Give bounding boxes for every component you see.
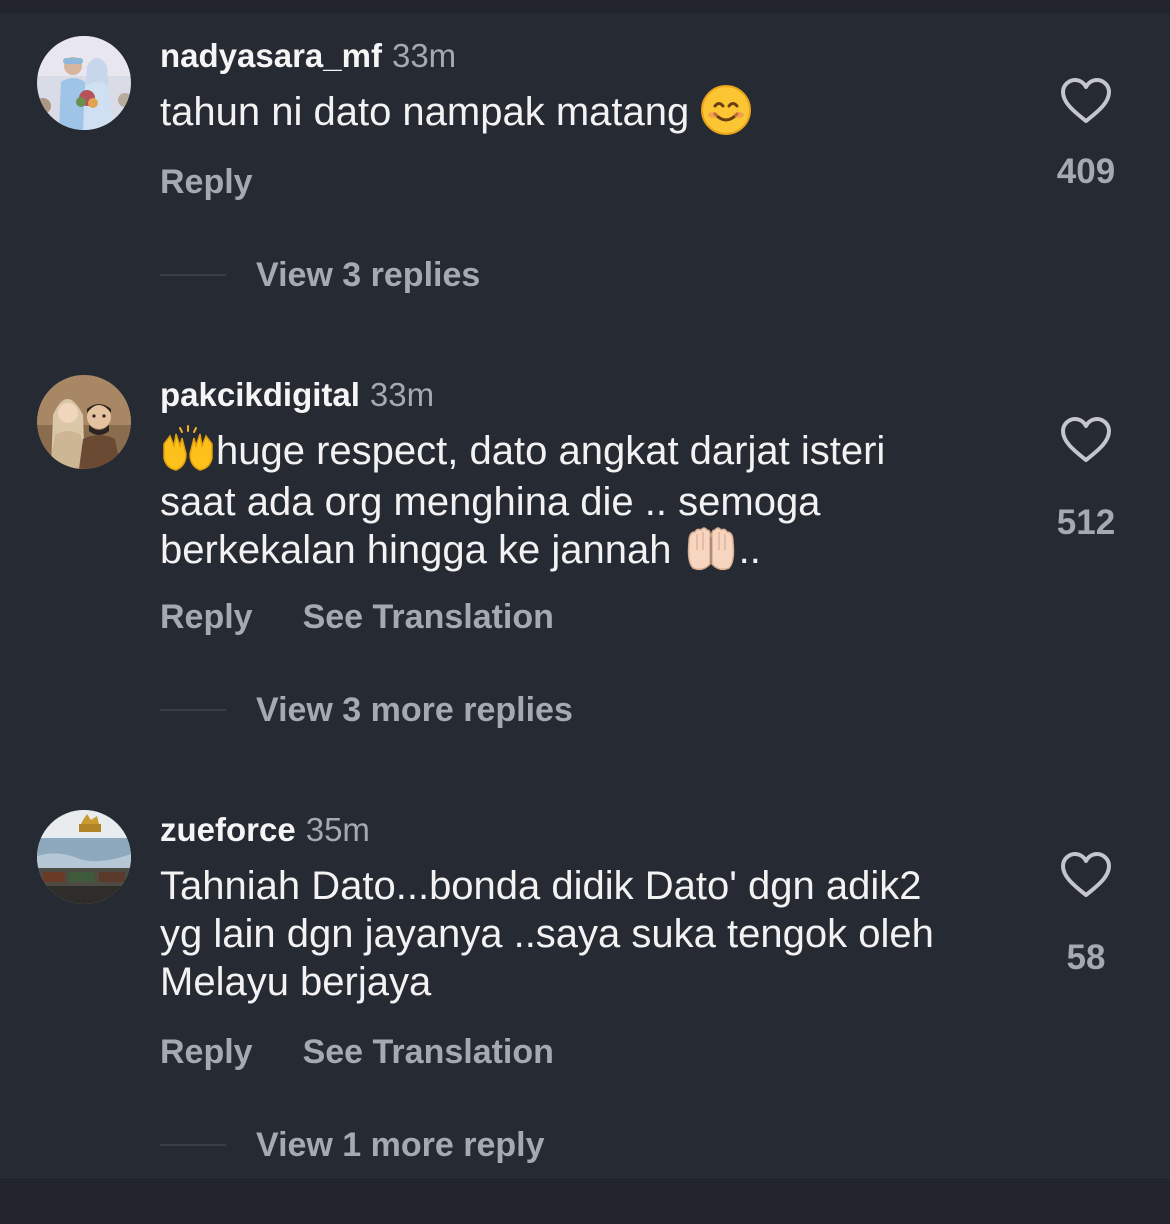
comment-text: Tahniah Dato...bonda didik Dato' dgn adi…	[160, 862, 1030, 1006]
replies-divider	[160, 709, 226, 711]
avatar[interactable]	[37, 375, 131, 469]
view-replies-link[interactable]: View 3 replies	[256, 255, 480, 295]
view-replies-link[interactable]: View 3 more replies	[256, 690, 573, 730]
reply-button[interactable]: Reply	[160, 163, 253, 201]
comment-text-segment: huge respect, dato angkat darjat isteri	[216, 429, 886, 473]
comment-text-line: yg lain dgn jayanya ..saya suka tengok o…	[160, 912, 934, 956]
comment-text-segment: berkekalan hingga ke jannah	[160, 528, 683, 573]
replies-divider	[160, 274, 226, 276]
reply-button[interactable]: Reply	[160, 1033, 253, 1071]
timestamp: 33m	[391, 37, 457, 74]
comment-actions: Reply See Translation	[160, 597, 554, 637]
raising-hands-emoji	[160, 424, 216, 474]
view-replies-link[interactable]: View 1 more reply	[256, 1125, 545, 1165]
comment-actions: Reply	[160, 162, 253, 202]
comment-text-line: berkekalan hingga ke jannah ..	[160, 526, 1030, 577]
comment-text-line: Tahniah Dato...bonda didik Dato' dgn adi…	[160, 864, 922, 908]
reply-button[interactable]: Reply	[160, 598, 253, 636]
smiling-face-emoji	[700, 84, 752, 136]
like-control: 512	[1040, 417, 1132, 543]
comment-text: tahun ni dato nampak matang	[160, 85, 1030, 140]
bottom-edge	[0, 1177, 1170, 1224]
comment-header: zueforce 35m	[160, 810, 370, 850]
avatar[interactable]	[37, 810, 131, 904]
top-edge	[0, 0, 1170, 14]
heart-outline-icon[interactable]	[1060, 78, 1112, 124]
timestamp: 33m	[369, 376, 435, 413]
see-translation-button[interactable]: See Translation	[303, 598, 554, 636]
username[interactable]: zueforce	[160, 811, 296, 848]
like-count: 58	[1066, 938, 1106, 977]
username[interactable]: nadyasara_mf	[160, 37, 382, 74]
comment-actions: Reply See Translation	[160, 1032, 554, 1072]
like-control: 409	[1040, 78, 1132, 192]
see-translation-button[interactable]: See Translation	[303, 1033, 554, 1071]
replies-divider	[160, 1144, 226, 1146]
like-count: 512	[1056, 503, 1116, 542]
heart-outline-icon[interactable]	[1060, 417, 1112, 463]
comment-text: huge respect, dato angkat darjat isteri …	[160, 424, 1030, 578]
comment-text-line: tahun ni dato nampak matang	[160, 90, 701, 134]
avatar[interactable]	[37, 36, 131, 130]
timestamp: 35m	[305, 811, 370, 848]
like-control: 58	[1040, 852, 1132, 978]
comment-header: pakcikdigital 33m	[160, 375, 434, 415]
palms-up-together-emoji	[683, 524, 739, 574]
comment-text-line: huge respect, dato angkat darjat isteri	[160, 424, 1030, 478]
comment-text-line: saat ada org menghina die .. semoga	[160, 480, 821, 525]
heart-outline-icon[interactable]	[1060, 852, 1112, 898]
username[interactable]: pakcikdigital	[160, 376, 360, 413]
comment-text-line: Melayu berjaya	[160, 960, 432, 1004]
avatar-image	[37, 36, 131, 130]
avatar-image	[37, 375, 131, 469]
avatar-image	[37, 810, 131, 904]
comment-header: nadyasara_mf 33m	[160, 36, 456, 76]
comment-text-segment: ..	[738, 528, 761, 573]
like-count: 409	[1056, 152, 1116, 191]
